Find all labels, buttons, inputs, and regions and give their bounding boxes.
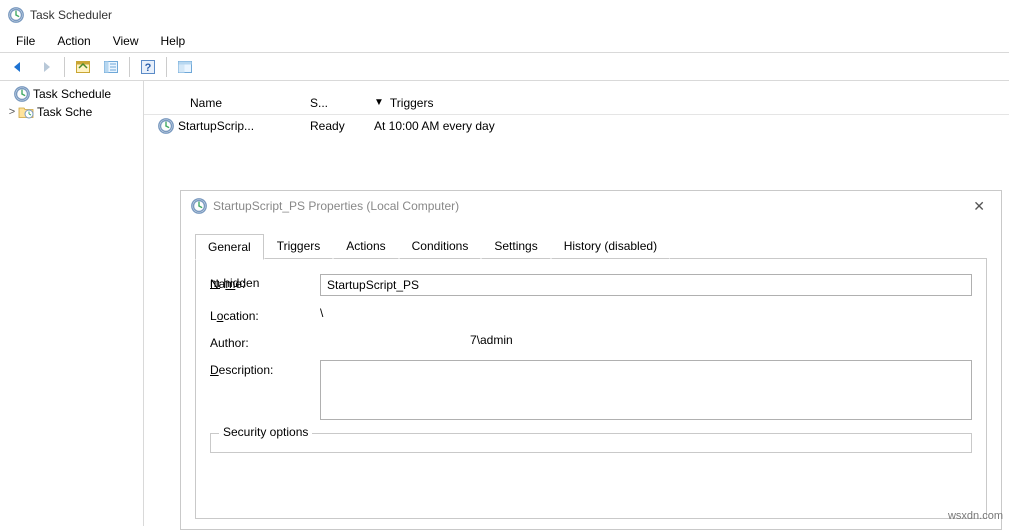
label-description: Description: bbox=[210, 360, 320, 377]
toolbar: ? bbox=[0, 53, 1009, 81]
task-triggers: At 10:00 AM every day bbox=[364, 117, 1009, 135]
name-field[interactable] bbox=[320, 274, 972, 296]
properties-dialog: StartupScript_PS Properties (Local Compu… bbox=[180, 190, 1002, 530]
window-titlebar: Task Scheduler bbox=[0, 0, 1009, 30]
tree-child-label: Task Sche bbox=[37, 105, 92, 119]
tab-strip: General Triggers Actions Conditions Sett… bbox=[195, 233, 987, 259]
author-value: 7\admin bbox=[320, 333, 972, 347]
toolbar-separator bbox=[166, 57, 167, 77]
sort-desc-icon: ▼ bbox=[374, 97, 384, 108]
tab-triggers[interactable]: Triggers bbox=[264, 233, 334, 259]
tab-page-general: m hidden Name: Location: \ Author: 7\adm… bbox=[195, 259, 987, 519]
label-name: Name: bbox=[210, 274, 320, 291]
forward-button[interactable] bbox=[34, 55, 58, 79]
label-location: Location: bbox=[210, 306, 320, 323]
tree-child[interactable]: > Task Sche bbox=[2, 103, 141, 121]
toolbar-separator bbox=[129, 57, 130, 77]
tab-settings[interactable]: Settings bbox=[481, 233, 550, 259]
toolbar-separator bbox=[64, 57, 65, 77]
back-button[interactable] bbox=[6, 55, 30, 79]
close-button[interactable]: ✕ bbox=[967, 198, 991, 215]
svg-text:?: ? bbox=[145, 62, 152, 74]
menu-view[interactable]: View bbox=[103, 32, 149, 50]
location-value: \ bbox=[320, 306, 972, 320]
security-group-title: Security options bbox=[219, 425, 312, 439]
tab-actions[interactable]: Actions bbox=[333, 233, 398, 259]
col-triggers-label: Triggers bbox=[390, 96, 434, 110]
tree-root-label: Task Schedule bbox=[33, 87, 111, 101]
dialog-title-text: StartupScript_PS Properties (Local Compu… bbox=[213, 199, 459, 213]
tree-root[interactable]: Task Schedule bbox=[2, 85, 141, 103]
task-status: Ready bbox=[300, 117, 364, 135]
clock-icon bbox=[8, 7, 24, 23]
col-name[interactable]: Name bbox=[180, 93, 300, 113]
task-list-header: Name S... ▼ Triggers bbox=[144, 91, 1009, 115]
task-row[interactable]: StartupScrip... Ready At 10:00 AM every … bbox=[144, 115, 1009, 137]
tree-expander[interactable]: > bbox=[6, 106, 18, 118]
window-title: Task Scheduler bbox=[30, 8, 112, 22]
task-name: StartupScrip... bbox=[178, 119, 254, 133]
menu-action[interactable]: Action bbox=[47, 32, 100, 50]
toolbar-pane-button[interactable] bbox=[71, 55, 95, 79]
menu-help[interactable]: Help bbox=[151, 32, 196, 50]
tab-conditions[interactable]: Conditions bbox=[399, 233, 482, 259]
menubar: File Action View Help bbox=[0, 30, 1009, 52]
clock-icon bbox=[14, 86, 30, 102]
tree-panel: Task Schedule > Task Sche bbox=[0, 81, 144, 526]
clock-icon bbox=[191, 198, 207, 214]
col-triggers[interactable]: ▼ Triggers bbox=[364, 93, 1009, 113]
menu-file[interactable]: File bbox=[6, 32, 45, 50]
security-groupbox: Security options bbox=[210, 433, 972, 453]
toolbar-detail-button[interactable] bbox=[99, 55, 123, 79]
tab-general[interactable]: General bbox=[195, 234, 264, 260]
description-field[interactable] bbox=[320, 360, 972, 420]
help-button[interactable]: ? bbox=[136, 55, 160, 79]
toolbar-panel-button[interactable] bbox=[173, 55, 197, 79]
watermark: wsxdn.com bbox=[948, 510, 1003, 522]
tab-history[interactable]: History (disabled) bbox=[551, 233, 670, 259]
label-author: Author: bbox=[210, 333, 320, 350]
col-icon[interactable] bbox=[144, 100, 180, 106]
clock-icon bbox=[158, 118, 174, 134]
folder-clock-icon bbox=[18, 104, 34, 120]
dialog-titlebar[interactable]: StartupScript_PS Properties (Local Compu… bbox=[181, 191, 1001, 221]
col-status[interactable]: S... bbox=[300, 93, 364, 113]
